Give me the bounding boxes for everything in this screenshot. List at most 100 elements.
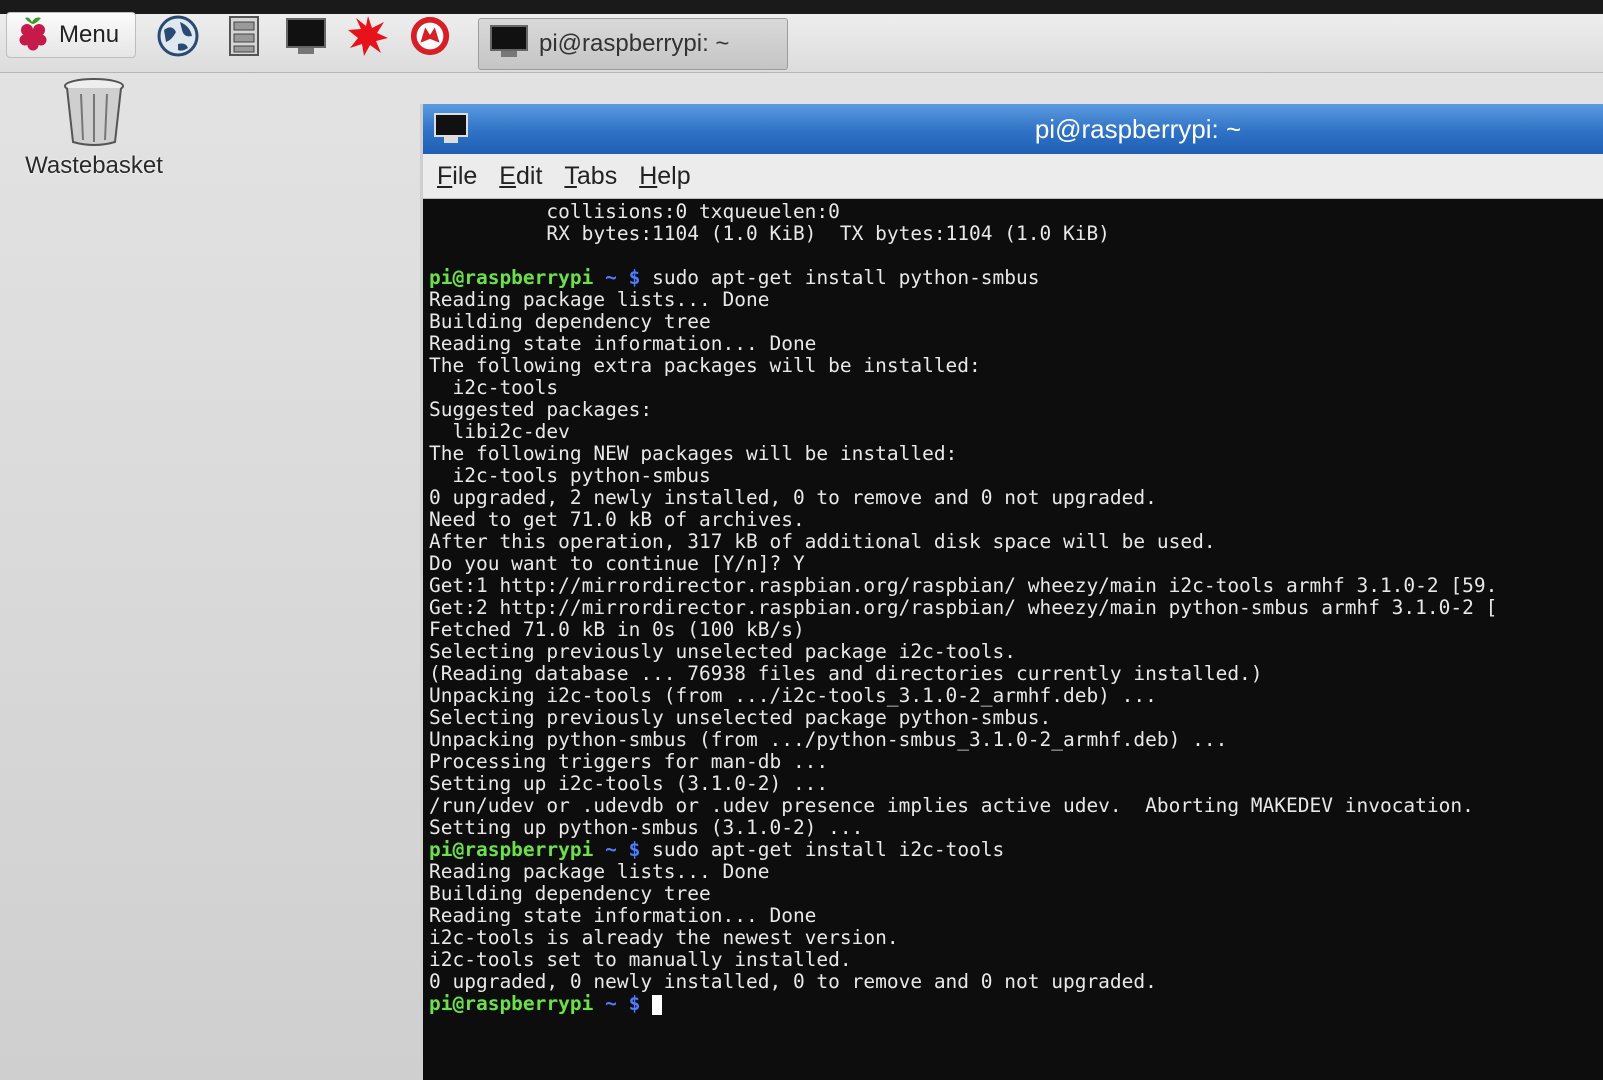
taskbar-window-label: pi@raspberrypi: ~ [539,30,730,57]
terminal-line: Fetched 71.0 kB in 0s (100 kB/s) [429,619,1603,641]
wastebasket-label: Wastebasket [25,152,163,179]
terminal-line-text: /run/udev or .udevdb or .udev presence i… [429,794,1474,817]
wolfram-icon[interactable] [408,14,452,58]
terminal-line: 0 upgraded, 2 newly installed, 0 to remo… [429,487,1603,509]
prompt-user: pi@raspberrypi [429,838,594,861]
menu-edit[interactable]: Edit [499,162,542,191]
terminal-line-text: Selecting previously unselected package … [429,640,1016,663]
terminal-line: Reading state information... Done [429,905,1603,927]
terminal-line: collisions:0 txqueuelen:0 [429,201,1603,223]
taskbar: Menu pi@raspberrypi: ~ [0,0,1603,73]
terminal-line-text: Setting up python-smbus (3.1.0-2) ... [429,816,864,839]
terminal-line-text: After this operation, 317 kB of addition… [429,530,1216,553]
terminal-line: i2c-tools is already the newest version. [429,927,1603,949]
terminal-line-text: Fetched 71.0 kB in 0s (100 kB/s) [429,618,805,641]
terminal-line: /run/udev or .udevdb or .udev presence i… [429,795,1603,817]
terminal-line: Get:1 http://mirrordirector.raspbian.org… [429,575,1603,597]
terminal-line-text: i2c-tools [429,376,559,399]
terminal-line-text: sudo apt-get install i2c-tools [640,838,1005,861]
terminal-line-text: Reading package lists... Done [429,860,770,883]
terminal-line-text: i2c-tools set to manually installed. [429,948,852,971]
terminal-prompt-line: pi@raspberrypi ~ $ [429,993,1603,1015]
terminal-line: Reading state information... Done [429,333,1603,355]
terminal-line: Unpacking i2c-tools (from .../i2c-tools_… [429,685,1603,707]
terminal-line-text: 0 upgraded, 2 newly installed, 0 to remo… [429,486,1157,509]
terminal-line: Get:2 http://mirrordirector.raspbian.org… [429,597,1603,619]
terminal-line-text: Building dependency tree [429,882,711,905]
terminal-line-text: RX bytes:1104 (1.0 KiB) TX bytes:1104 (1… [429,222,1110,245]
terminal-line-text: Processing triggers for man-db ... [429,750,829,773]
terminal-line: Building dependency tree [429,883,1603,905]
terminal-menubar: File Edit Tabs Help [423,154,1603,199]
terminal-line: i2c-tools set to manually installed. [429,949,1603,971]
taskbar-top-strip [0,0,1603,14]
terminal-titlebar[interactable]: pi@raspberrypi: ~ [423,104,1603,154]
prompt-user: pi@raspberrypi [429,266,594,289]
taskbar-window-button[interactable]: pi@raspberrypi: ~ [478,18,788,70]
terminal-line: libi2c-dev [429,421,1603,443]
terminal-line-text: Setting up i2c-tools (3.1.0-2) ... [429,772,829,795]
menu-button[interactable]: Menu [6,12,136,58]
terminal-line: Selecting previously unselected package … [429,641,1603,663]
terminal-line: (Reading database ... 76938 files and di… [429,663,1603,685]
prompt-path: ~ $ [593,266,641,289]
terminal-line: After this operation, 317 kB of addition… [429,531,1603,553]
terminal-line-text: The following NEW packages will be insta… [429,442,958,465]
terminal-line: Building dependency tree [429,311,1603,333]
terminal-line: i2c-tools [429,377,1603,399]
menu-tabs[interactable]: Tabs [564,162,617,191]
terminal-line-text: Reading state information... Done [429,904,817,927]
prompt-path: ~ $ [593,838,641,861]
terminal-line-text [640,992,652,1015]
wastebasket-desktop-icon[interactable]: Wastebasket [14,76,174,180]
terminal-prompt-line: pi@raspberrypi ~ $ sudo apt-get install … [429,267,1603,289]
mathematica-icon[interactable] [346,14,390,58]
menu-file[interactable]: File [437,162,477,191]
terminal-line: Setting up python-smbus (3.1.0-2) ... [429,817,1603,839]
trash-icon [59,78,129,152]
terminal-prompt-line: pi@raspberrypi ~ $ sudo apt-get install … [429,839,1603,861]
terminal-line: Unpacking python-smbus (from .../python-… [429,729,1603,751]
terminal-line: Suggested packages: [429,399,1603,421]
terminal-line: Selecting previously unselected package … [429,707,1603,729]
raspberry-icon [15,14,51,56]
terminal-line-text: libi2c-dev [429,420,570,443]
terminal-line: i2c-tools python-smbus [429,465,1603,487]
prompt-user: pi@raspberrypi [429,992,594,1015]
terminal-line-text: i2c-tools is already the newest version. [429,926,899,949]
terminal-line-text: Get:1 http://mirrordirector.raspbian.org… [429,574,1498,597]
file-manager-icon[interactable] [222,14,266,58]
terminal-line-text: 0 upgraded, 0 newly installed, 0 to remo… [429,970,1157,993]
prompt-path: ~ $ [593,992,641,1015]
menu-button-label: Menu [59,21,120,48]
terminal-line: Reading package lists... Done [429,861,1603,883]
terminal-line: The following NEW packages will be insta… [429,443,1603,465]
terminal-line-text: collisions:0 txqueuelen:0 [429,200,840,223]
terminal-line: Setting up i2c-tools (3.1.0-2) ... [429,773,1603,795]
terminal-line-text: Unpacking i2c-tools (from .../i2c-tools_… [429,684,1157,707]
globe-icon[interactable] [156,14,200,58]
terminal-icon[interactable] [284,14,328,58]
terminal-line-text: Get:2 http://mirrordirector.raspbian.org… [429,596,1498,619]
terminal-line: RX bytes:1104 (1.0 KiB) TX bytes:1104 (1… [429,223,1603,245]
menu-help[interactable]: Help [639,162,690,191]
terminal-line: Need to get 71.0 kB of archives. [429,509,1603,531]
terminal-line: 0 upgraded, 0 newly installed, 0 to remo… [429,971,1603,993]
terminal-line-text: Selecting previously unselected package … [429,706,1052,729]
terminal-window: pi@raspberrypi: ~ File Edit Tabs Help colli… [420,104,1603,1080]
terminal-line-text: Building dependency tree [429,310,711,333]
terminal-line: Processing triggers for man-db ... [429,751,1603,773]
terminal-line-text: Reading package lists... Done [429,288,770,311]
terminal-line-text: i2c-tools python-smbus [429,464,711,487]
terminal-line-text: Suggested packages: [429,398,653,421]
terminal-line-text: Need to get 71.0 kB of archives. [429,508,805,531]
terminal-line: The following extra packages will be ins… [429,355,1603,377]
terminal-icon [489,24,529,64]
terminal-line: Reading package lists... Done [429,289,1603,311]
terminal-output[interactable]: collisions:0 txqueuelen:0 RX bytes:1104 … [423,199,1603,1080]
terminal-line-text: Reading state information... Done [429,332,817,355]
terminal-line-text: Do you want to continue [Y/n]? Y [429,552,805,575]
terminal-line-text: The following extra packages will be ins… [429,354,981,377]
terminal-title: pi@raspberrypi: ~ [1034,114,1242,144]
